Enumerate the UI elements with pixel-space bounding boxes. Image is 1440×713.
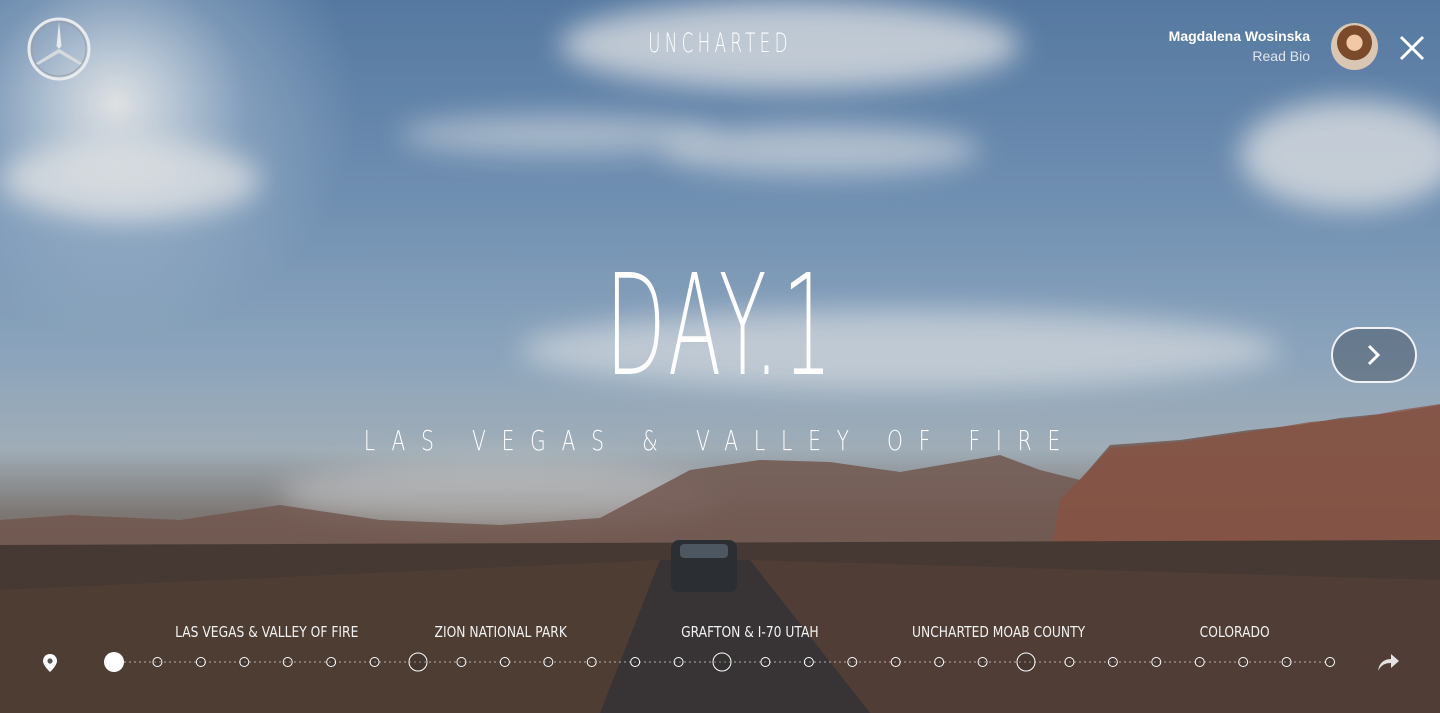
timeline-stop[interactable] <box>803 657 814 667</box>
timeline-stop[interactable] <box>152 657 163 667</box>
timeline-stop[interactable] <box>1107 657 1118 667</box>
timeline-stop[interactable] <box>499 657 510 667</box>
timeline-stop[interactable] <box>408 652 428 672</box>
timeline-stop[interactable] <box>760 657 771 667</box>
timeline-stop[interactable] <box>282 657 293 667</box>
timeline-stop[interactable] <box>1064 657 1075 667</box>
timeline-stop[interactable] <box>1238 657 1249 667</box>
timeline-stop[interactable] <box>586 657 597 667</box>
timeline-stop[interactable] <box>934 657 945 667</box>
timeline-stop[interactable] <box>456 657 467 667</box>
timeline-stop-current[interactable] <box>104 652 124 672</box>
timeline-stop[interactable] <box>847 657 858 667</box>
ui-layer: UNCHARTED Magdalena Wosinska Read Bio DA… <box>0 0 1440 713</box>
chevron-right-icon <box>1367 344 1381 366</box>
close-icon[interactable] <box>1398 34 1426 62</box>
read-bio-link[interactable]: Read Bio <box>1169 48 1310 64</box>
timeline-stop[interactable] <box>890 657 901 667</box>
avatar[interactable] <box>1331 23 1378 70</box>
timeline-stop[interactable] <box>1325 657 1335 667</box>
timeline-stop[interactable] <box>1281 657 1292 667</box>
day-subtitle: LAS VEGAS & VALLEY OF FIRE <box>363 424 1077 457</box>
timeline-stop[interactable] <box>977 657 988 667</box>
timeline-stop[interactable] <box>1194 657 1205 667</box>
timeline-stop[interactable] <box>369 657 380 667</box>
timeline-stop[interactable] <box>1151 657 1162 667</box>
timeline-stop[interactable] <box>712 652 732 672</box>
day-title: DAY.1 <box>604 245 836 408</box>
share-arrow-icon[interactable] <box>1376 651 1400 673</box>
author-name: Magdalena Wosinska <box>1168 28 1310 44</box>
timeline-stop[interactable] <box>326 657 337 667</box>
timeline-stop[interactable] <box>239 657 250 667</box>
timeline-stop[interactable] <box>673 657 684 667</box>
timeline-stop[interactable] <box>195 657 206 667</box>
author-block: Magdalena Wosinska Read Bio <box>1169 28 1310 64</box>
next-day-button[interactable] <box>1331 327 1417 383</box>
timeline-stops <box>104 652 1335 672</box>
timeline: LAS VEGAS & VALLEY OF FIRE ZION NATIONAL… <box>0 600 1440 713</box>
mercedes-star-icon[interactable] <box>26 16 92 82</box>
timeline-stop[interactable] <box>630 657 641 667</box>
hero: DAY.1 <box>0 252 1440 402</box>
timeline-stop[interactable] <box>1016 652 1036 672</box>
site-title: UNCHARTED <box>648 28 792 59</box>
timeline-stop[interactable] <box>543 657 554 667</box>
